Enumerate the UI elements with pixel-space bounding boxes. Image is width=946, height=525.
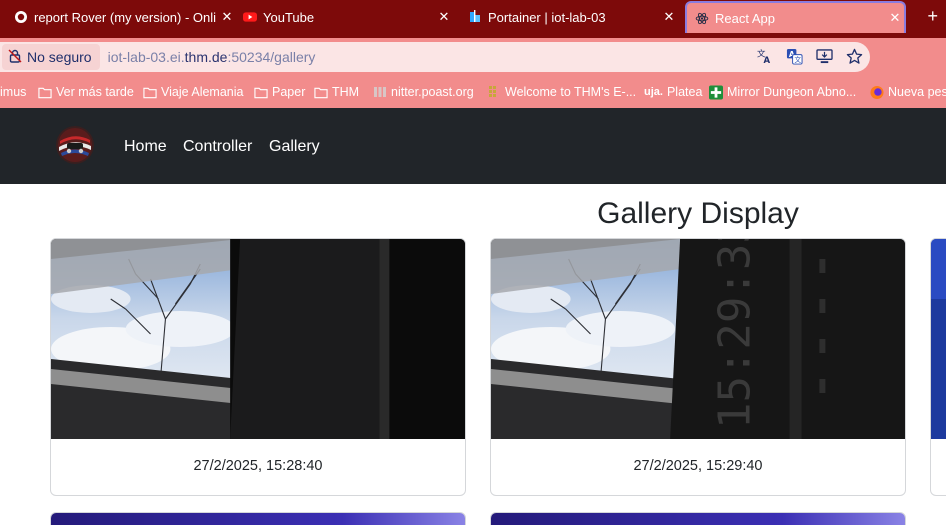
tab-report-rover[interactable]: report Rover (my version) - Onli ✕ bbox=[14, 0, 236, 34]
youtube-icon bbox=[243, 10, 257, 24]
bookmark-folder-paper[interactable]: Paper bbox=[254, 85, 305, 99]
bookmark-label: Viaje Alemania bbox=[161, 85, 244, 99]
gallery-card[interactable] bbox=[50, 512, 466, 525]
gallery-card-partial[interactable] bbox=[930, 238, 946, 496]
bookmark-star-icon[interactable] bbox=[844, 46, 864, 66]
react-icon bbox=[695, 11, 709, 25]
nav-link-controller[interactable]: Controller bbox=[183, 138, 252, 156]
url-prefix: iot-lab-03.ei. bbox=[107, 49, 185, 65]
tab-portainer[interactable]: Portainer | iot-lab-03 ✕ bbox=[468, 0, 678, 34]
bookmark-label: Ver más tarde bbox=[56, 85, 134, 99]
gallery-photo bbox=[51, 513, 465, 525]
nav-link-gallery[interactable]: Gallery bbox=[269, 138, 320, 156]
bookmark-label: Welcome to THM's E-... bbox=[505, 85, 637, 99]
not-secure-lock-icon bbox=[8, 49, 22, 66]
rover-logo[interactable] bbox=[56, 126, 94, 164]
portainer-icon bbox=[468, 10, 482, 24]
tab-close-icon[interactable]: ✕ bbox=[886, 10, 904, 26]
tab-youtube[interactable]: YouTube ✕ bbox=[243, 0, 453, 34]
folder-icon bbox=[38, 85, 52, 99]
timestamp-overlay: 15:29:33 bbox=[710, 239, 761, 429]
gallery-photo bbox=[931, 239, 946, 439]
nitter-icon bbox=[373, 85, 387, 99]
app-navbar: Home Controller Gallery bbox=[0, 108, 946, 184]
photo-timestamp: 27/2/2025, 15:28:40 bbox=[193, 458, 323, 474]
page-title: Gallery Display bbox=[597, 197, 799, 230]
opera-icon bbox=[14, 10, 28, 24]
bookmark-label: Platea bbox=[666, 85, 703, 99]
bookmark-nitter[interactable]: nitter.poast.org bbox=[373, 85, 474, 99]
bookmark-label: Nueva pes bbox=[888, 85, 946, 99]
uja-icon: uja. bbox=[644, 86, 663, 98]
bookmarks-bar: imus Ver más tarde Viaje Alemania Paper … bbox=[0, 78, 946, 108]
bookmark-nueva-pestana[interactable]: Nueva pes bbox=[870, 85, 946, 99]
bookmark-thm-elearning[interactable]: Welcome to THM's E-... bbox=[487, 85, 636, 99]
gallery-card[interactable]: 27/2/2025, 15:28:40 bbox=[50, 238, 466, 496]
site-security-chip[interactable]: No seguro bbox=[2, 44, 100, 70]
url-text[interactable]: iot-lab-03.ei.thm.de:50234/gallery bbox=[108, 49, 316, 65]
url-suffix: :50234/gallery bbox=[227, 49, 316, 65]
gallery-photo bbox=[491, 513, 905, 525]
bookmark-label: imus bbox=[0, 85, 27, 99]
gallery-card[interactable] bbox=[490, 512, 906, 525]
security-label: No seguro bbox=[27, 49, 92, 65]
bookmark-folder-thm[interactable]: THM bbox=[314, 85, 359, 99]
url-host: thm.de bbox=[184, 49, 228, 65]
bookmark-mirror-dungeon[interactable]: Mirror Dungeon Abno... bbox=[709, 85, 856, 99]
bookmark-label: nitter.poast.org bbox=[391, 85, 474, 99]
tab-title: Portainer | iot-lab-03 bbox=[488, 9, 606, 25]
bookmark-folder-ver-mas-tarde[interactable]: Ver más tarde bbox=[38, 85, 134, 99]
tab-close-icon[interactable]: ✕ bbox=[435, 9, 453, 25]
bookmark-platea[interactable]: uja. Platea bbox=[644, 85, 702, 99]
address-bar[interactable]: No seguro iot-lab-03.ei.thm.de:50234/gal… bbox=[0, 42, 870, 72]
new-tab-button[interactable]: + bbox=[927, 6, 938, 26]
gallery-photo: 15:29:33 bbox=[491, 239, 905, 439]
gallery-card[interactable]: 15:29:33 27/2/2025, 15:29:40 bbox=[490, 238, 906, 496]
folder-icon bbox=[143, 85, 157, 99]
bookmark-label: Mirror Dungeon Abno... bbox=[727, 85, 857, 99]
bookmark-label: THM bbox=[332, 85, 360, 99]
moodle-icon bbox=[487, 85, 501, 99]
tab-title: React App bbox=[715, 10, 775, 26]
folder-icon bbox=[314, 85, 328, 99]
install-app-icon[interactable] bbox=[814, 46, 834, 66]
firefox-icon bbox=[870, 85, 884, 99]
gallery-photo bbox=[51, 239, 465, 439]
nav-link-home[interactable]: Home bbox=[124, 138, 167, 156]
tab-close-icon[interactable]: ✕ bbox=[218, 9, 236, 25]
browser-toolbar: No seguro iot-lab-03.ei.thm.de:50234/gal… bbox=[0, 38, 946, 78]
photo-timestamp: 27/2/2025, 15:29:40 bbox=[633, 458, 763, 474]
plus-cross-icon bbox=[709, 85, 723, 99]
svg-text:A: A bbox=[763, 56, 770, 65]
tab-close-icon[interactable]: ✕ bbox=[660, 9, 678, 25]
tab-title: report Rover (my version) - Onli bbox=[34, 9, 217, 25]
bookmark-label: Paper bbox=[272, 85, 306, 99]
tab-react-app[interactable]: React App ✕ bbox=[685, 1, 906, 33]
browser-tab-bar: report Rover (my version) - Onli ✕ YouTu… bbox=[0, 0, 946, 38]
bookmark-imus[interactable]: imus bbox=[0, 85, 26, 99]
page-translate-icon[interactable]: A文 bbox=[784, 46, 804, 66]
svg-text:文: 文 bbox=[794, 55, 801, 64]
bookmark-folder-viaje-alemania[interactable]: Viaje Alemania bbox=[143, 85, 243, 99]
folder-icon bbox=[254, 85, 268, 99]
translate-icon[interactable]: 文A bbox=[754, 46, 774, 66]
tab-title: YouTube bbox=[263, 9, 315, 25]
